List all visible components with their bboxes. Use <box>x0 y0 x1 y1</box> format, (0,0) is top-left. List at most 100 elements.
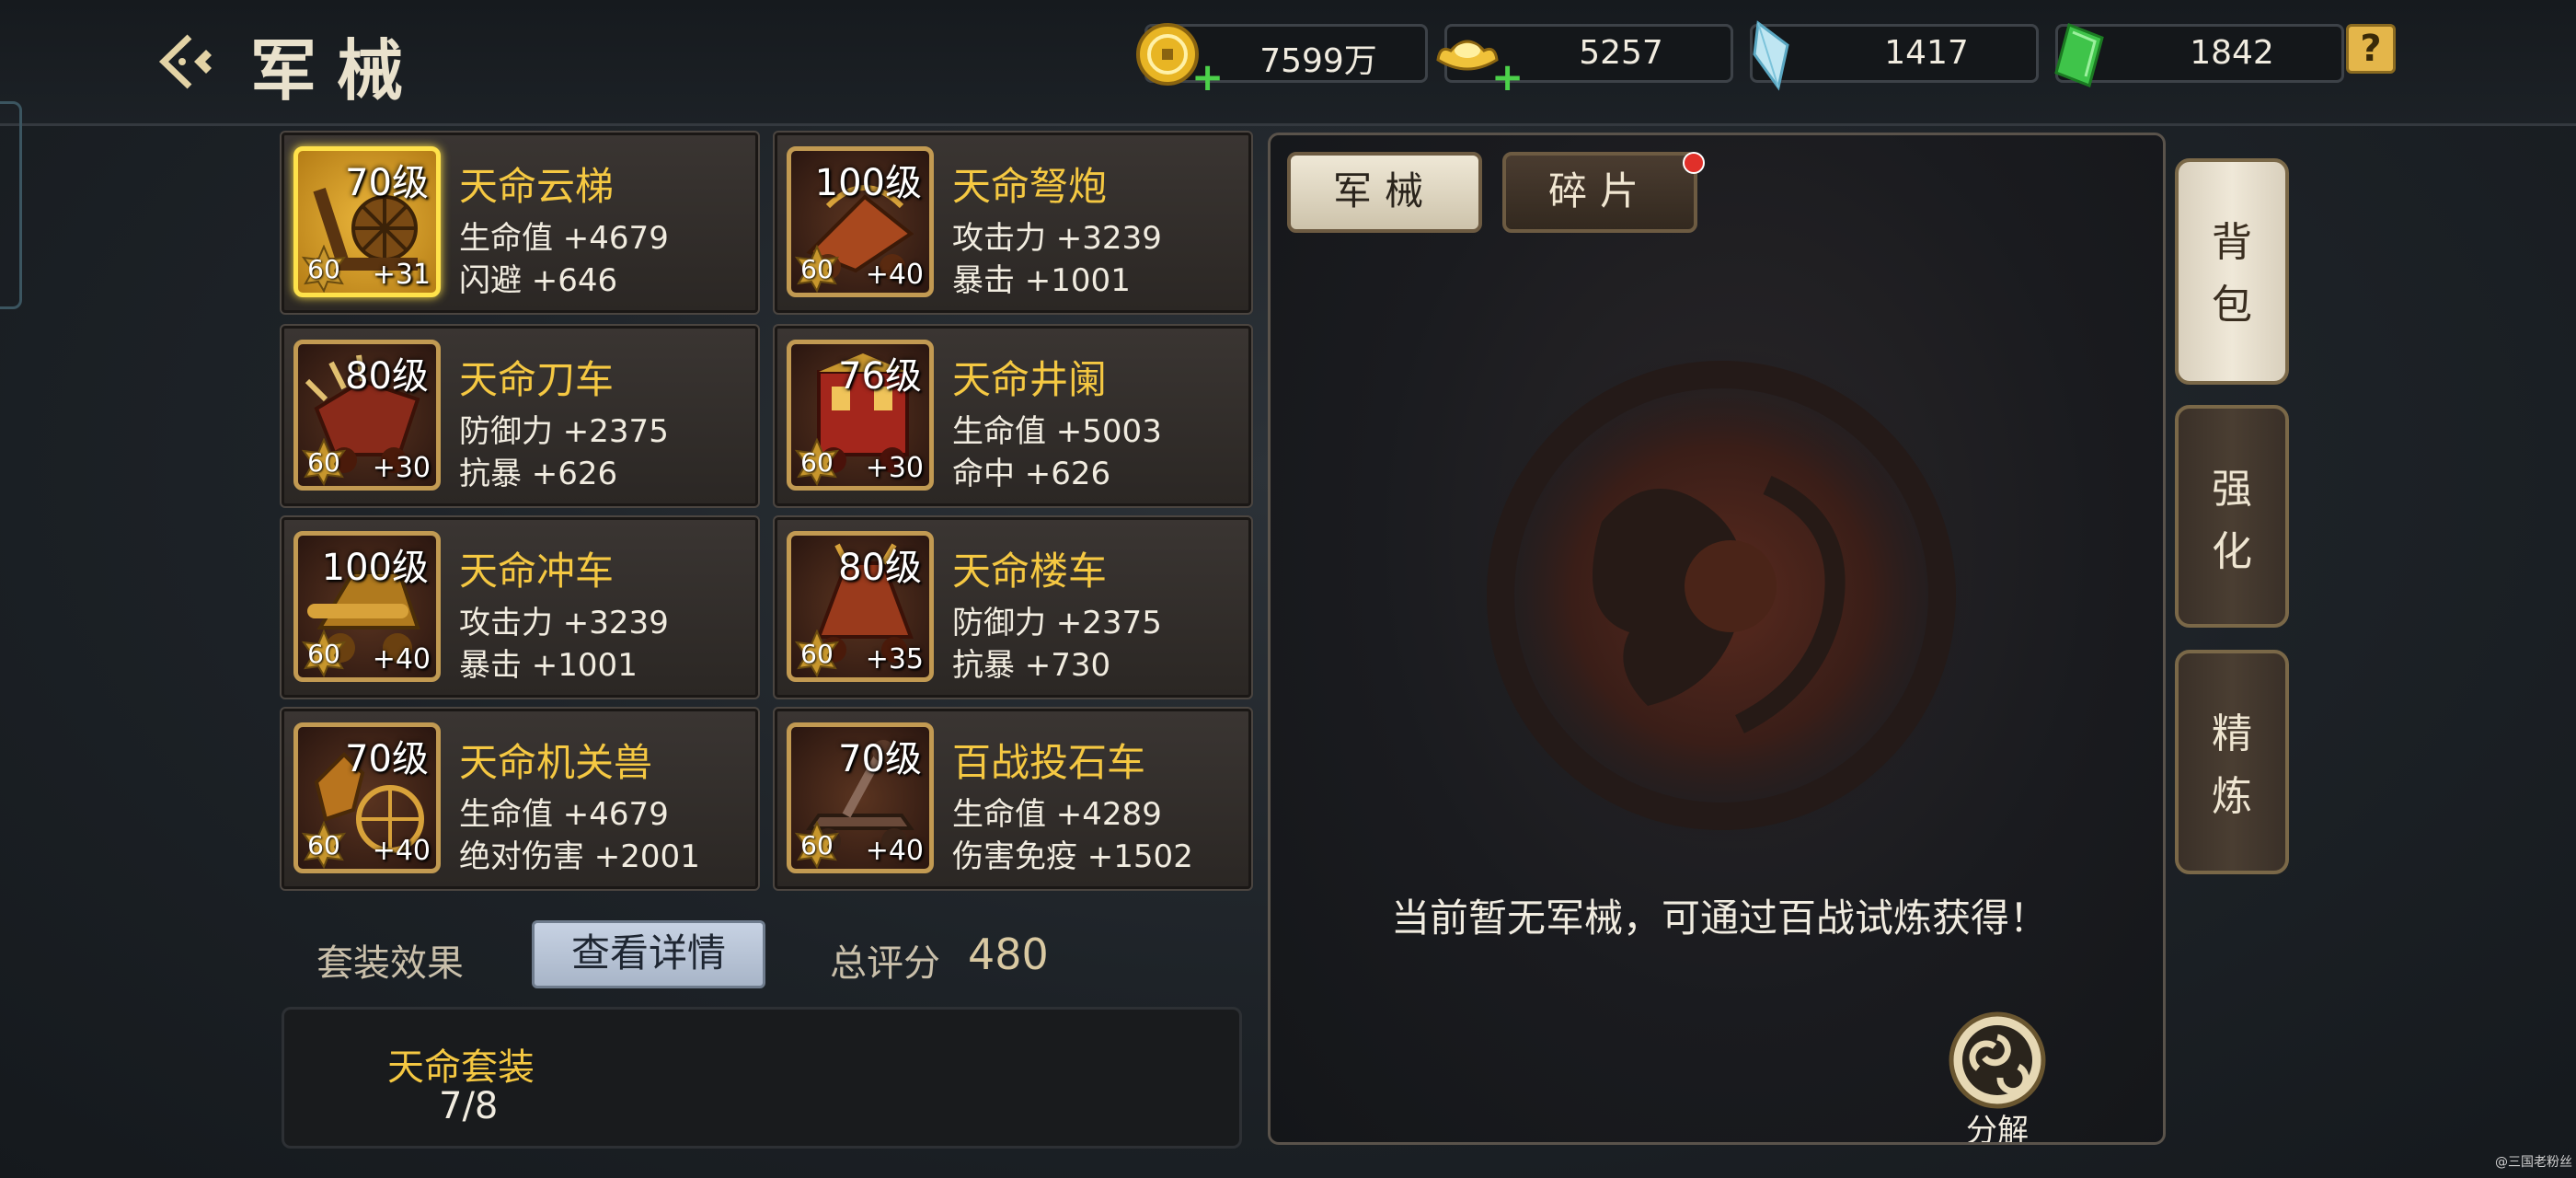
quality-badge: 60 <box>300 629 348 677</box>
help-button[interactable]: ? <box>2346 24 2396 74</box>
equipment-level: 80级 <box>838 547 922 589</box>
equipment-thumbnail: 80级 60 +35 <box>787 531 934 682</box>
badge-value: 60 <box>307 639 340 669</box>
equipment-thumbnail: 70级 60 +31 <box>293 146 441 297</box>
side-tab-label: 精炼 <box>2212 710 2252 820</box>
equipment-card[interactable]: 80级 60 +35 天命楼车 防御力 +2375 抗暴 +730 <box>773 515 1253 699</box>
quality-badge: 60 <box>300 438 348 486</box>
equipment-card[interactable]: 80级 60 +30 天命刀车 防御力 +2375 抗暴 +626 <box>280 324 760 508</box>
enhance-level: +30 <box>372 452 431 484</box>
badge-value: 60 <box>800 639 834 669</box>
equipment-stat-secondary: 闪避 +646 <box>459 262 618 299</box>
enhance-level: +31 <box>372 259 431 291</box>
equipment-name: 天命弩炮 <box>952 164 1108 209</box>
resource-value: 5257 <box>1579 34 1663 72</box>
set-name: 天命套装 <box>387 1046 535 1089</box>
equipment-name: 天命云梯 <box>459 164 615 209</box>
equipment-stat-primary: 生命值 +4679 <box>459 796 669 833</box>
equipment-stat-primary: 防御力 +2375 <box>459 413 669 450</box>
side-tab-label: 背包 <box>2212 219 2252 329</box>
equipment-card[interactable]: 100级 60 +40 天命弩炮 攻击力 +3239 暴击 +1001 <box>773 131 1253 315</box>
equipment-name: 天命刀车 <box>459 357 615 402</box>
set-effect-label: 套装效果 <box>316 942 464 985</box>
quality-badge: 60 <box>793 629 841 677</box>
total-score-label: 总评分 <box>830 942 940 985</box>
resource-gold: + 7599万 <box>1136 23 1428 99</box>
equipment-card[interactable]: 100级 60 +40 天命冲车 攻击力 +3239 暴击 +1001 <box>280 515 760 699</box>
equipment-stat-secondary: 暴击 +1001 <box>459 647 638 684</box>
enhance-level: +35 <box>865 643 924 676</box>
equipment-thumbnail: 76级 60 +30 <box>787 340 934 491</box>
quality-badge: 60 <box>300 821 348 869</box>
back-button[interactable] <box>155 31 219 92</box>
equipment-stat-secondary: 绝对伤害 +2001 <box>459 838 700 875</box>
equipment-card[interactable]: 76级 60 +30 天命井阑 生命值 +5003 命中 +626 <box>773 324 1253 508</box>
equipment-level: 100级 <box>321 547 429 589</box>
resource-jade: 1842 <box>2054 22 2344 88</box>
badge-value: 60 <box>307 254 340 284</box>
watermark: @三国老粉丝 <box>2495 1155 2572 1170</box>
decompose-button[interactable]: 分解 <box>1942 1010 2053 1142</box>
badge-value: 60 <box>800 254 834 284</box>
quality-badge: 60 <box>793 245 841 293</box>
decompose-label: 分解 <box>1966 1113 2029 1145</box>
enhance-level: +40 <box>372 643 431 676</box>
quality-badge: 60 <box>793 438 841 486</box>
badge-value: 60 <box>800 447 834 478</box>
empty-state-message: 当前暂无军械，可通过百战试炼获得！ <box>1390 895 2048 941</box>
tab-fragments[interactable]: 碎片 <box>1502 152 1697 233</box>
resource-ingot: + 5257 <box>1436 24 1733 99</box>
equipment-stat-primary: 攻击力 +3239 <box>459 605 669 641</box>
resource-value: 1842 <box>2190 34 2274 72</box>
badge-value: 60 <box>307 447 340 478</box>
resource-crystal: 1417 <box>1750 20 2039 91</box>
resource-value: 7599万 <box>1259 42 1377 80</box>
equipment-stat-primary: 生命值 +4679 <box>459 220 669 257</box>
equipment-stat-secondary: 抗暴 +626 <box>459 456 618 492</box>
edge-handle[interactable] <box>0 101 22 309</box>
enhance-level: +40 <box>865 835 924 867</box>
page-title: 军械 <box>250 31 424 110</box>
tab-equipment[interactable]: 军械 <box>1287 152 1482 233</box>
quality-badge: 60 <box>300 245 348 293</box>
view-details-button[interactable]: 查看详情 <box>532 920 765 988</box>
equipment-thumbnail: 100级 60 +40 <box>787 146 934 297</box>
equipment-card[interactable]: 70级 60 +40 百战投石车 生命值 +4289 伤害免疫 +1502 <box>773 707 1253 891</box>
equipment-name: 天命冲车 <box>459 549 615 594</box>
equipment-name: 天命楼车 <box>952 549 1108 594</box>
detail-panel: 军械 碎片 当前暂无军械，可通过百战试炼获得！ 分解 <box>1268 133 2166 1145</box>
equipment-stat-secondary: 抗暴 +730 <box>952 647 1111 684</box>
equipment-thumbnail: 70级 60 +40 <box>293 722 441 873</box>
side-tab-refine[interactable]: 精炼 <box>2175 650 2289 874</box>
equipment-stat-primary: 防御力 +2375 <box>952 605 1162 641</box>
equipment-stat-secondary: 命中 +626 <box>952 456 1111 492</box>
tiger-emblem-icon <box>1473 347 1970 844</box>
equipment-stat-secondary: 暴击 +1001 <box>952 262 1131 299</box>
side-tab-enhance[interactable]: 强化 <box>2175 405 2289 628</box>
badge-value: 60 <box>800 830 834 860</box>
side-tab-label: 强化 <box>2212 466 2252 575</box>
set-info-box: 天命套装 7/8 <box>282 1007 1242 1149</box>
equipment-thumbnail: 100级 60 +40 <box>293 531 441 682</box>
side-tab-bag[interactable]: 背包 <box>2175 158 2289 385</box>
total-score-value: 480 <box>968 930 1049 979</box>
equipment-stat-secondary: 伤害免疫 +1502 <box>952 838 1193 875</box>
badge-value: 60 <box>307 830 340 860</box>
decompose-icon <box>1949 1011 2046 1109</box>
set-count: 7/8 <box>439 1085 499 1127</box>
equipment-level: 76级 <box>838 355 922 398</box>
equipment-thumbnail: 70级 60 +40 <box>787 722 934 873</box>
equipment-name: 百战投石车 <box>952 740 1146 785</box>
equipment-card[interactable]: 70级 60 +31 天命云梯 生命值 +4679 闪避 +646 <box>280 131 760 315</box>
equipment-card[interactable]: 70级 60 +40 天命机关兽 生命值 +4679 绝对伤害 +2001 <box>280 707 760 891</box>
equipment-stat-primary: 生命值 +4289 <box>952 796 1162 833</box>
equipment-level: 80级 <box>345 355 429 398</box>
enhance-level: +40 <box>372 835 431 867</box>
equipment-stat-primary: 生命值 +5003 <box>952 413 1162 450</box>
enhance-level: +30 <box>865 452 924 484</box>
resource-value: 1417 <box>1884 34 1969 72</box>
equipment-stat-primary: 攻击力 +3239 <box>952 220 1162 257</box>
equipment-thumbnail: 80级 60 +30 <box>293 340 441 491</box>
notification-dot <box>1683 152 1705 174</box>
back-arrow-icon <box>158 34 212 89</box>
